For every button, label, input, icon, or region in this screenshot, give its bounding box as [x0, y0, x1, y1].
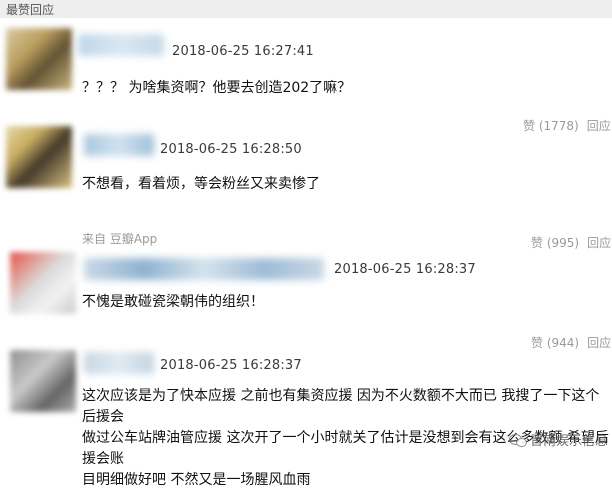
comment-line: 这次应该是为了快本应援 之前也有集资应援 因为不火数额不大而已 我搜了一下这个后… — [82, 388, 600, 425]
comment-text: 不想看，看着烦，等会粉丝又来卖惨了 — [82, 176, 320, 192]
avatar[interactable] — [6, 126, 72, 188]
section-title: 最赞回应 — [6, 3, 55, 17]
comment-text: ？？？ 为啥集资啊？他要去创造202了嘛？ — [82, 80, 352, 96]
comment-line: 目明细做好吧 不然又是一场腥风血雨 — [82, 472, 311, 488]
avatar[interactable] — [6, 28, 72, 90]
username-blurred[interactable] — [84, 352, 154, 374]
comment-item: 2018-06-25 16:28:50 不想看，看着烦，等会粉丝又来卖惨了 来自… — [0, 122, 612, 252]
comment-timestamp: 2018-06-25 16:27:41 — [172, 44, 314, 59]
comment-actions: 赞 (995) 回应 — [531, 234, 611, 251]
avatar[interactable] — [10, 350, 76, 412]
comment-item: 2018-06-25 16:28:37 不愧是敢碰瓷梁朝伟的组织！ 赞 (944… — [0, 252, 612, 350]
comment-timestamp: 2018-06-25 16:28:37 — [334, 262, 476, 277]
comment-source[interactable]: 来自 豆瓣App — [82, 230, 157, 247]
like-button[interactable]: 赞 (995) — [531, 236, 579, 250]
section-header: 最赞回应 — [0, 0, 612, 18]
username-blurred[interactable] — [84, 134, 154, 156]
wechat-icon — [508, 433, 527, 447]
watermark: 晋南娱乐信息 — [508, 430, 608, 449]
username-blurred[interactable] — [84, 258, 324, 280]
comment-item: 2018-06-25 16:27:41 ？？？ 为啥集资啊？他要去创造202了嘛… — [0, 22, 612, 133]
username-blurred[interactable] — [78, 34, 164, 56]
avatar[interactable] — [10, 252, 76, 314]
comment-timestamp: 2018-06-25 16:28:37 — [160, 358, 302, 373]
comment-text: 不愧是敢碰瓷梁朝伟的组织！ — [82, 294, 264, 310]
reply-button[interactable]: 回应 — [587, 236, 611, 250]
comment-timestamp: 2018-06-25 16:28:50 — [160, 142, 302, 157]
watermark-text: 晋南娱乐信息 — [529, 434, 608, 449]
